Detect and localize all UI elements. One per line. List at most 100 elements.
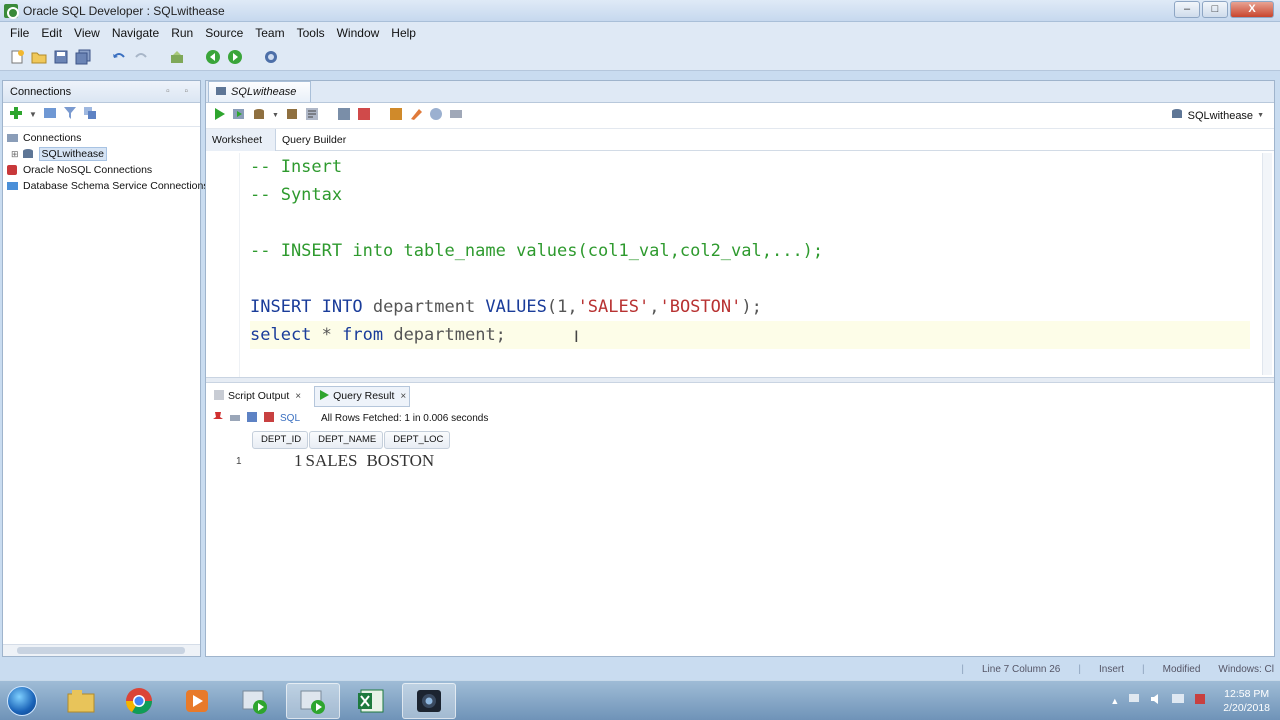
- autotrace-icon[interactable]: [337, 107, 351, 124]
- tab-script-output[interactable]: Script Output ×: [210, 387, 304, 406]
- tuning-advisor-icon[interactable]: [449, 107, 463, 124]
- windows-taskbar: ▲ 12:58 PM 2/20/2018: [0, 680, 1280, 720]
- line-gutter: [206, 153, 240, 377]
- sql-monitor-icon[interactable]: [262, 48, 280, 66]
- tree-item-connections[interactable]: Connections: [3, 130, 200, 146]
- save-all-icon[interactable]: [74, 48, 92, 66]
- editor-results-splitter[interactable]: [206, 377, 1274, 383]
- dropdown-arrow-icon[interactable]: ▼: [272, 112, 279, 119]
- minimize-button[interactable]: –: [1174, 1, 1200, 18]
- tab-query-result[interactable]: Query Result ×: [314, 385, 411, 407]
- clear-icon[interactable]: [357, 107, 371, 124]
- redo-icon[interactable]: [132, 48, 150, 66]
- run-script-icon[interactable]: [232, 107, 246, 124]
- sql-editor[interactable]: -- Insert -- Syntax -- INSERT into table…: [206, 153, 1274, 377]
- volume-icon[interactable]: [1149, 692, 1163, 709]
- tab-label: SQLwithease: [231, 86, 297, 98]
- new-file-icon[interactable]: [8, 48, 26, 66]
- maximize-button[interactable]: □: [1202, 1, 1228, 18]
- chrome-icon[interactable]: [112, 683, 166, 719]
- tree-item-nosql[interactable]: Oracle NoSQL Connections: [3, 162, 200, 178]
- forward-icon[interactable]: [226, 48, 244, 66]
- add-connection-icon[interactable]: [9, 106, 23, 123]
- vertical-scrollbar[interactable]: [1262, 153, 1272, 375]
- menu-tools[interactable]: Tools: [291, 26, 331, 40]
- filter-icon[interactable]: [63, 106, 77, 123]
- dropdown-arrow-icon[interactable]: ▼: [29, 110, 37, 119]
- schema-browser-icon[interactable]: [83, 106, 97, 123]
- menu-edit[interactable]: Edit: [35, 26, 68, 40]
- excel-icon[interactable]: [344, 683, 398, 719]
- close-tab-icon[interactable]: ×: [400, 391, 406, 402]
- refresh-connections-icon[interactable]: [43, 106, 57, 123]
- menu-bar: File Edit View Navigate Run Source Team …: [0, 22, 1280, 43]
- clock-time: 12:58 PM: [1224, 687, 1270, 700]
- menu-window[interactable]: Window: [331, 26, 386, 40]
- title-bar: Oracle SQL Developer : SQLwithease – □ X: [0, 0, 1280, 22]
- save-icon[interactable]: [52, 48, 70, 66]
- rollback-icon[interactable]: [285, 107, 299, 124]
- panel-minmax-icon[interactable]: ▫ ▫: [166, 86, 194, 97]
- close-tab-icon[interactable]: ×: [295, 391, 301, 402]
- worksheet-subtabs: Worksheet Query Builder: [206, 128, 1274, 151]
- pin-icon[interactable]: [212, 411, 224, 426]
- clock[interactable]: 12:58 PM 2/20/2018: [1223, 687, 1270, 715]
- column-header[interactable]: DEPT_ID: [252, 431, 309, 449]
- print-icon[interactable]: [229, 411, 241, 426]
- menu-file[interactable]: File: [4, 26, 35, 40]
- sqldev-icon-2[interactable]: [286, 682, 340, 719]
- menu-run[interactable]: Run: [165, 26, 199, 40]
- sql-keyword: VALUES: [485, 297, 547, 317]
- sql-history-icon[interactable]: [429, 107, 443, 124]
- open-folder-icon[interactable]: [30, 48, 48, 66]
- connection-selector[interactable]: SQLwithease ▼: [1171, 108, 1264, 123]
- explorer-icon[interactable]: [54, 683, 108, 719]
- close-button[interactable]: X: [1230, 1, 1274, 18]
- camera-icon[interactable]: [402, 682, 456, 719]
- navigate-icon[interactable]: [168, 48, 186, 66]
- menu-view[interactable]: View: [68, 26, 106, 40]
- tree-item-sqlwithease[interactable]: ⊞ SQLwithease: [3, 146, 200, 162]
- eraser-icon[interactable]: [409, 107, 423, 124]
- code-line-insert: INSERT INTO department VALUES(1,'SALES',…: [250, 293, 1250, 321]
- table-row[interactable]: 1 1 SALES BOSTON: [236, 451, 434, 471]
- media-player-icon[interactable]: [170, 683, 224, 719]
- display-icon[interactable]: [1171, 692, 1185, 709]
- menu-team[interactable]: Team: [249, 26, 290, 40]
- format-icon[interactable]: [389, 107, 403, 124]
- tab-worksheet[interactable]: Worksheet: [206, 128, 276, 151]
- sql-keyword: from: [342, 325, 384, 345]
- cancel-query-icon[interactable]: [263, 411, 275, 426]
- menu-help[interactable]: Help: [385, 26, 422, 40]
- chevron-down-icon: ▼: [1257, 112, 1264, 119]
- horizontal-scrollbar[interactable]: [3, 644, 200, 656]
- tab-sqlwithease[interactable]: SQLwithease: [208, 81, 312, 102]
- connections-icon: [6, 132, 19, 144]
- result-grid-header: DEPT_ID DEPT_NAME DEPT_LOC: [252, 431, 451, 449]
- column-header[interactable]: DEPT_LOC: [384, 431, 451, 449]
- tray-expand-icon[interactable]: ▲: [1110, 696, 1119, 706]
- scrollbar-thumb[interactable]: [17, 647, 185, 654]
- menu-source[interactable]: Source: [199, 26, 249, 40]
- sql-text: ,: [649, 297, 660, 317]
- menu-navigate[interactable]: Navigate: [106, 26, 165, 40]
- expand-icon[interactable]: ⊞: [11, 149, 19, 160]
- run-statement-icon[interactable]: [212, 107, 226, 124]
- network-icon[interactable]: [1127, 692, 1141, 709]
- column-header[interactable]: DEPT_NAME: [309, 431, 384, 449]
- explain-plan-icon[interactable]: [305, 107, 319, 124]
- database-icon: [1171, 108, 1184, 123]
- tree-item-schema-service[interactable]: Database Schema Service Connections: [3, 178, 209, 194]
- refresh-icon[interactable]: [246, 411, 258, 426]
- edit-mode: Insert: [1098, 664, 1124, 675]
- back-icon[interactable]: [204, 48, 222, 66]
- action-center-icon[interactable]: [1193, 692, 1207, 709]
- commit-icon[interactable]: [252, 107, 266, 124]
- tree-item-label: SQLwithease: [38, 147, 107, 161]
- start-button[interactable]: [0, 682, 44, 720]
- tab-query-builder[interactable]: Query Builder: [276, 129, 352, 151]
- sqldev-icon[interactable]: [228, 683, 282, 719]
- undo-icon[interactable]: [110, 48, 128, 66]
- sql-link[interactable]: SQL: [280, 413, 300, 424]
